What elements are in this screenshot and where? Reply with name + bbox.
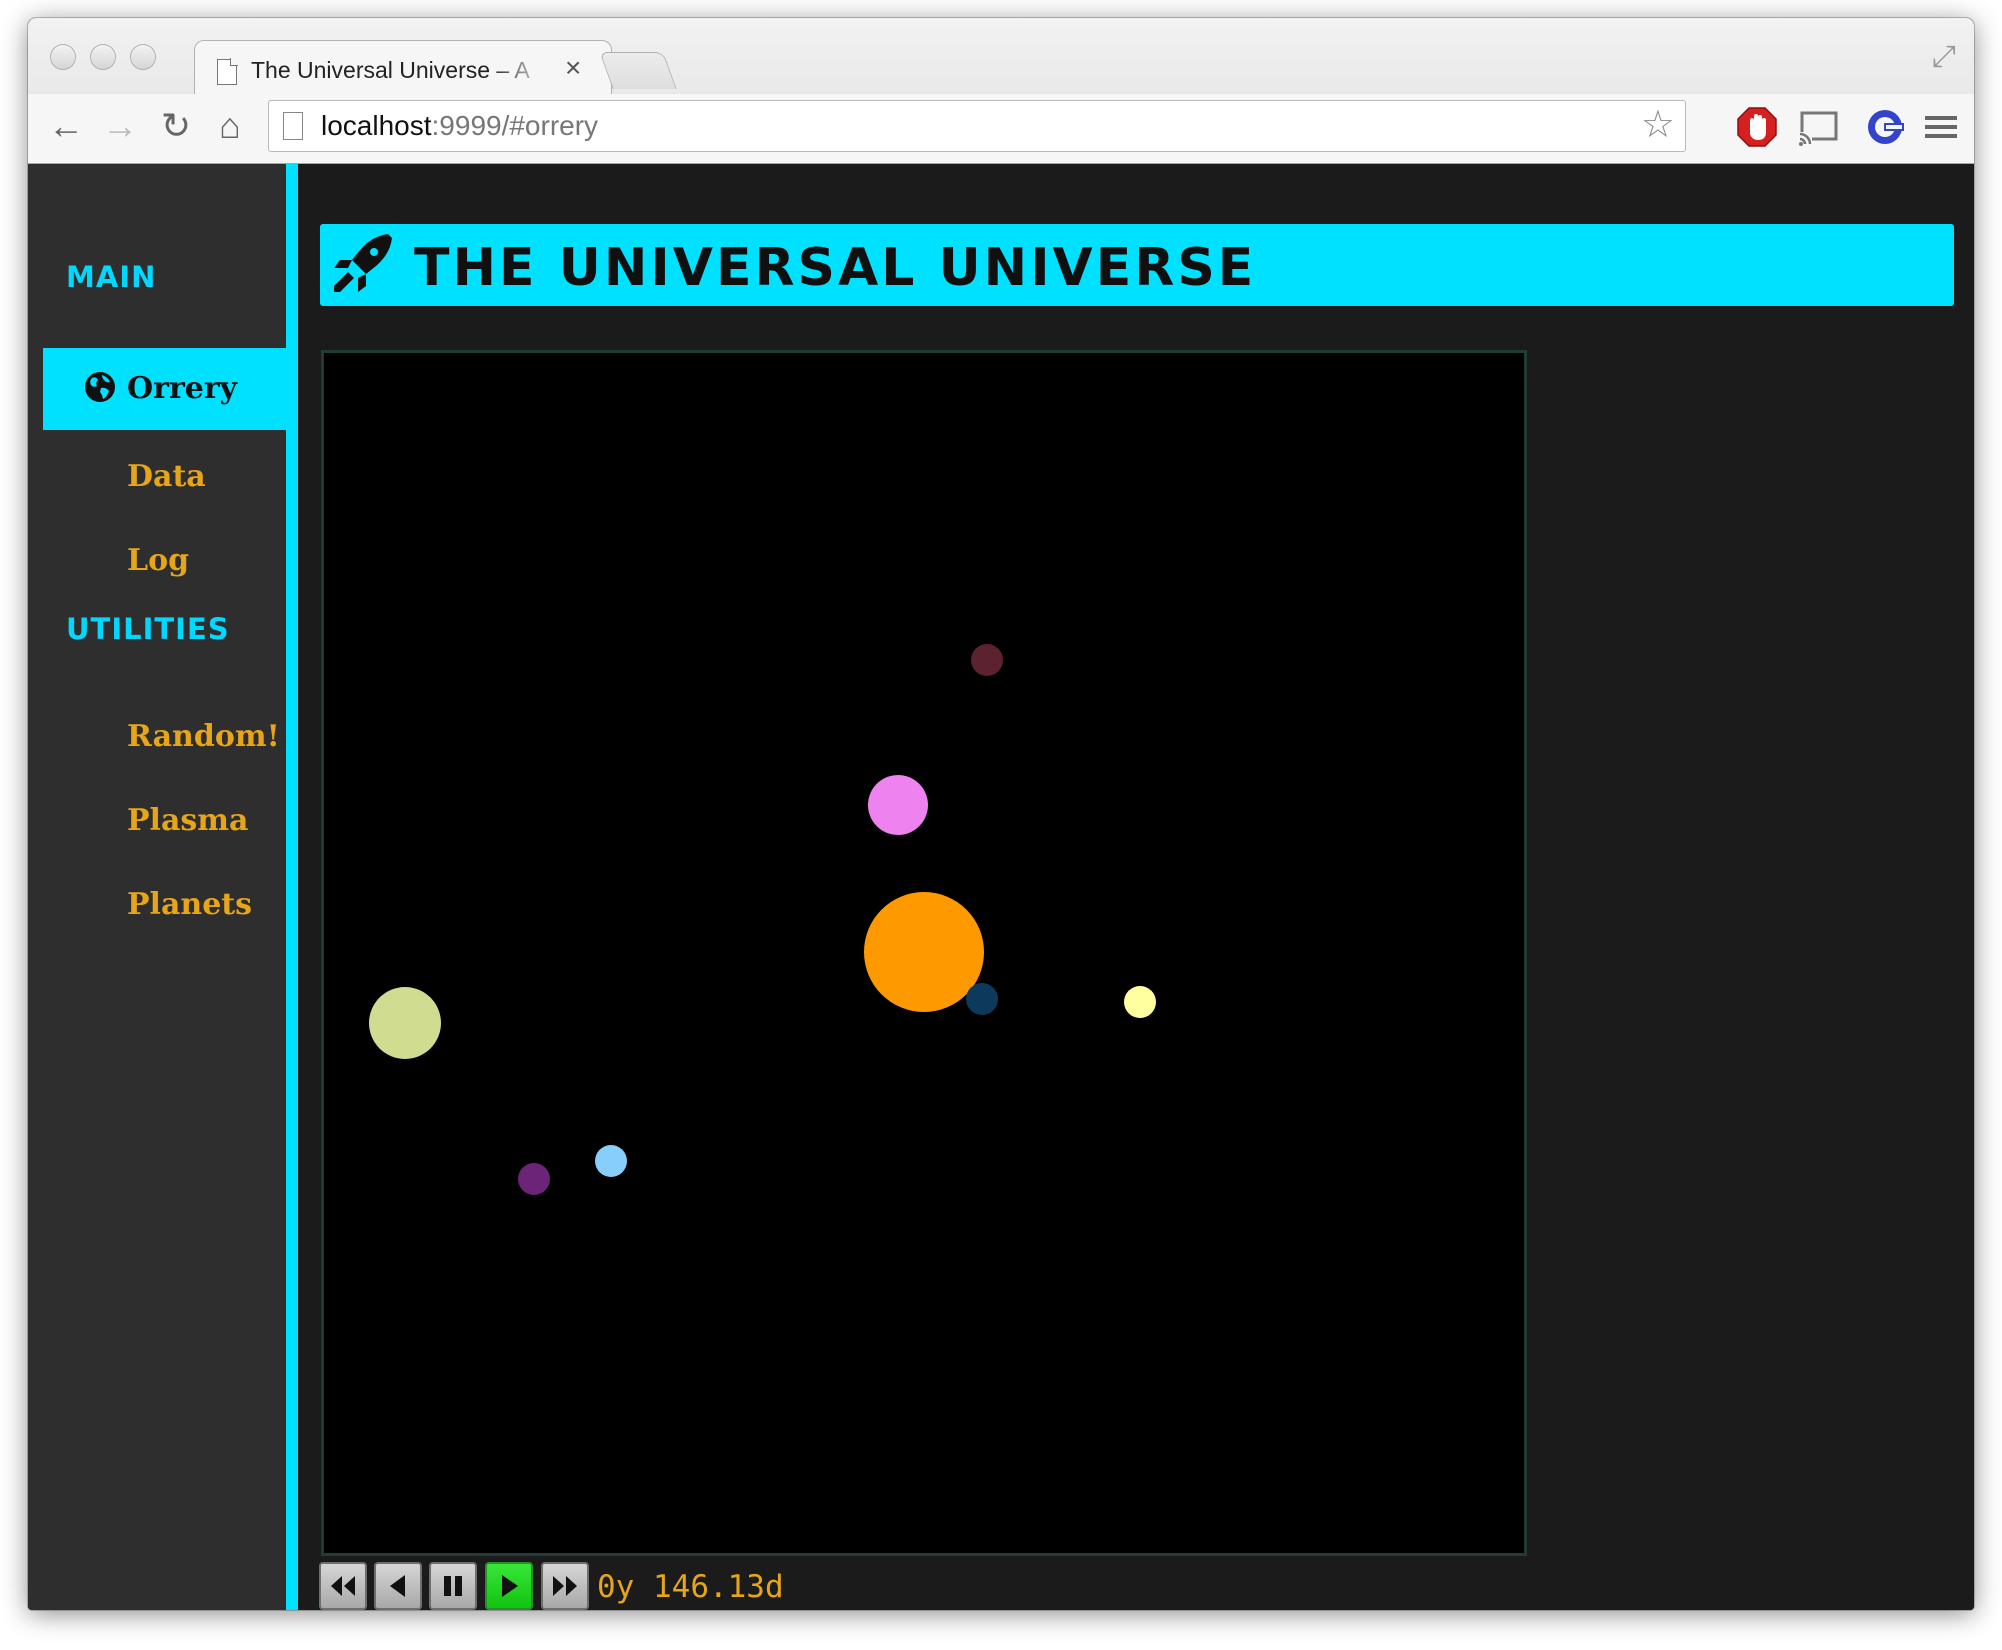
sidebar-item-label: Planets <box>127 887 253 922</box>
sidebar-heading-main: Main <box>66 260 157 294</box>
fast-forward-icon <box>553 1576 577 1596</box>
rewind-button[interactable] <box>319 1562 367 1610</box>
sidebar-item-log[interactable]: Log <box>43 520 286 602</box>
sidebar-accent-bar <box>286 164 298 1610</box>
tab-title: The Universal Universe – A <box>251 57 530 83</box>
page-icon <box>217 59 237 85</box>
page-header: The Universal Universe <box>320 224 1954 306</box>
globe-icon <box>85 372 115 402</box>
rocket-icon <box>334 234 392 292</box>
step-back-button[interactable] <box>374 1562 422 1610</box>
orrery-svg <box>369 644 1156 1195</box>
planet-6 <box>595 1145 627 1177</box>
sidebar-item-planets[interactable]: Planets <box>43 864 286 946</box>
close-window-button[interactable] <box>50 44 76 70</box>
adblock-extension-icon[interactable] <box>1734 104 1780 150</box>
planet-1 <box>868 775 928 835</box>
maximize-window-button[interactable] <box>130 44 156 70</box>
planet-7 <box>518 1163 550 1195</box>
forward-icon[interactable]: → <box>98 104 142 148</box>
sidebar-item-label: Data <box>127 459 206 494</box>
play-icon <box>502 1575 518 1597</box>
url-host: localhost <box>321 110 432 141</box>
rewind-icon <box>331 1576 355 1596</box>
browser-tab[interactable]: The Universal Universe – A × <box>194 40 612 97</box>
bookmark-star-icon[interactable]: ☆ <box>1641 103 1675 147</box>
sidebar: Main Orrery Data Log Utilities Random! <box>28 164 286 1610</box>
browser-window: The Universal Universe – A × ⤢ ← → ↻ ⌂ l… <box>28 18 1974 1610</box>
url-text[interactable]: localhost:9999/#orrery <box>321 109 598 143</box>
page: Main Orrery Data Log Utilities Random! <box>28 164 1974 1610</box>
reload-icon[interactable]: ↻ <box>154 104 198 148</box>
time-readout: 0y 146.13d <box>597 1569 784 1605</box>
extension-e-icon[interactable] <box>1862 104 1908 150</box>
url-path: :9999/#orrery <box>431 110 599 141</box>
pause-button[interactable] <box>429 1562 477 1610</box>
sidebar-item-random[interactable]: Random! <box>43 696 286 778</box>
browser-chrome: The Universal Universe – A × ⤢ ← → ↻ ⌂ l… <box>28 18 1974 164</box>
page-title: The Universal Universe <box>414 238 1257 298</box>
sidebar-item-plasma[interactable]: Plasma <box>43 780 286 862</box>
planet-5 <box>369 987 441 1059</box>
sidebar-item-label: Log <box>127 543 190 578</box>
minimize-window-button[interactable] <box>90 44 116 70</box>
sidebar-item-data[interactable]: Data <box>43 436 286 518</box>
sidebar-heading-utilities: Utilities <box>66 612 230 646</box>
tab-close-icon[interactable]: × <box>565 52 581 83</box>
planet-3 <box>966 983 998 1015</box>
address-bar[interactable]: localhost:9999/#orrery ☆ <box>268 100 1686 152</box>
planet-2 <box>971 644 1003 676</box>
sun <box>864 892 984 1012</box>
back-icon[interactable]: ← <box>44 104 88 148</box>
new-tab-button[interactable] <box>599 52 677 89</box>
menu-icon[interactable] <box>1918 104 1964 150</box>
browser-toolbar: ← → ↻ ⌂ localhost:9999/#orrery ☆ <box>28 94 1974 163</box>
sidebar-item-label: Plasma <box>127 803 249 838</box>
step-back-icon <box>390 1575 405 1597</box>
cast-icon[interactable] <box>1796 104 1842 150</box>
play-button[interactable] <box>485 1562 533 1610</box>
sidebar-item-orrery[interactable]: Orrery <box>43 348 286 430</box>
orrery-canvas[interactable] <box>321 350 1527 1556</box>
fast-forward-button[interactable] <box>541 1562 589 1610</box>
sidebar-item-label: Random! <box>127 719 280 754</box>
pause-icon <box>444 1576 462 1596</box>
fullscreen-icon[interactable]: ⤢ <box>1932 40 1956 74</box>
planet-4 <box>1124 986 1156 1018</box>
tab-strip: The Universal Universe – A × ⤢ <box>28 18 1974 97</box>
home-icon[interactable]: ⌂ <box>208 104 252 148</box>
sidebar-item-label: Orrery <box>127 371 238 406</box>
page-icon <box>283 112 303 140</box>
